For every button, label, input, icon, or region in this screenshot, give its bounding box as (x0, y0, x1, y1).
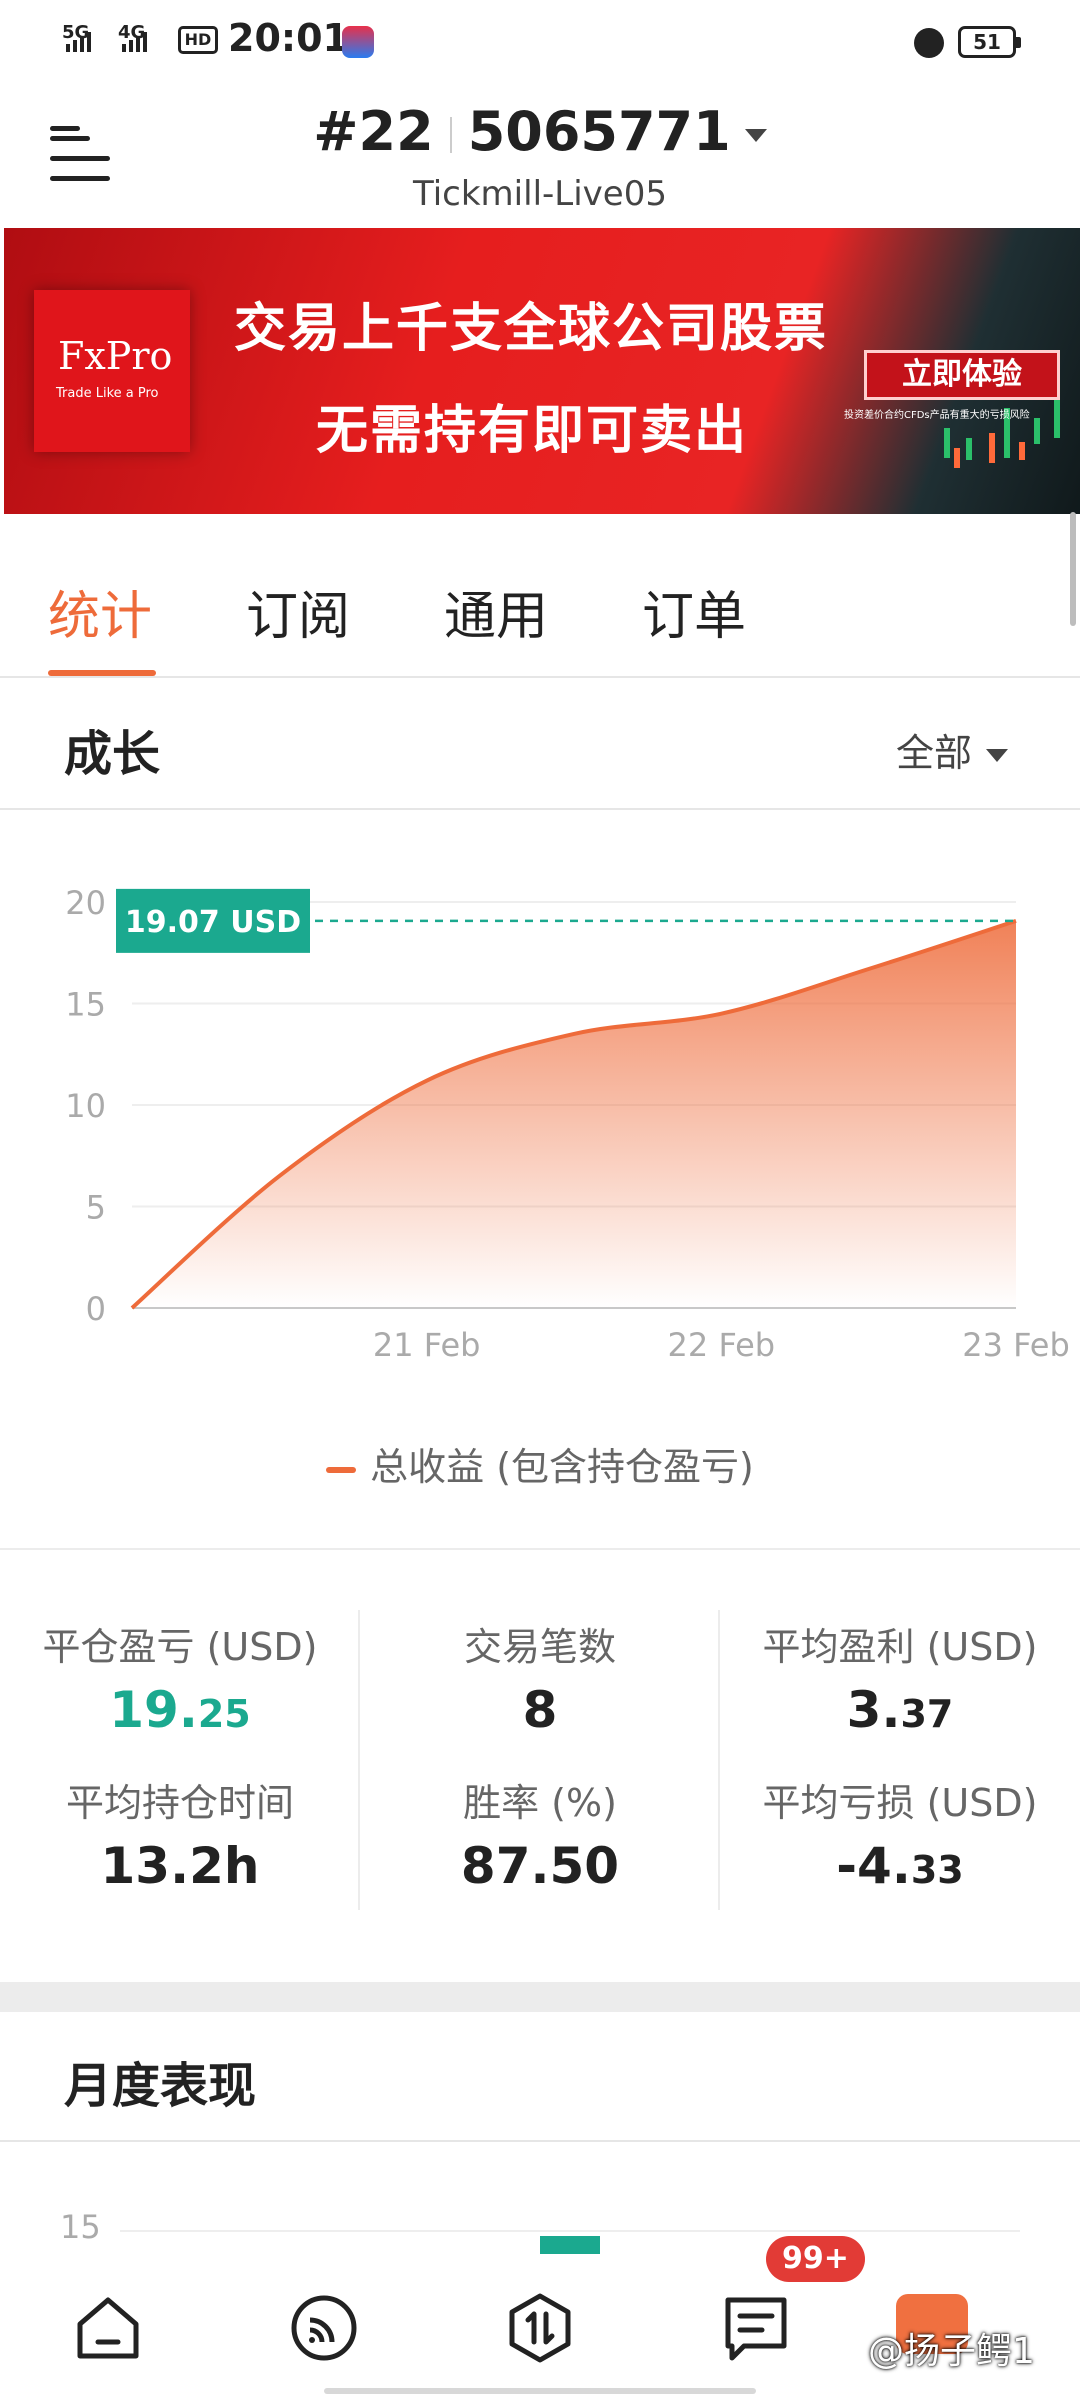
stat-label: 交易笔数 (463, 1625, 616, 1669)
clock: 20:01 (228, 16, 349, 60)
period-filter[interactable]: 全部 (896, 722, 1009, 777)
stat-closed-pnl: 平仓盈亏 (USD) 19.25 (0, 1616, 360, 1739)
signals-icon (291, 2295, 357, 2361)
stat-win-rate: 胜率 (%) 87.50 (360, 1772, 720, 1895)
stats-grid: 平仓盈亏 (USD) 19.25 交易笔数 8 平均盈利 (USD) 3.37 … (0, 1560, 1080, 1940)
legend-swatch-icon (326, 1466, 357, 1473)
nav-trade[interactable] (502, 2290, 578, 2366)
x-tick-label: 21 Feb (373, 1326, 481, 1364)
tab-stats[interactable]: 统计 (48, 574, 152, 649)
fxpro-logo-text: FxPro (58, 334, 173, 378)
tab-general[interactable]: 通用 (444, 574, 548, 649)
stats-column-divider (718, 1610, 720, 1910)
stat-label: 平均亏损 (USD) (762, 1781, 1038, 1825)
tab-bar: 统计 订阅 通用 订单 (0, 514, 1080, 678)
home-icon (77, 2297, 139, 2359)
stat-value: 19.25 (0, 1681, 360, 1739)
stats-column-divider (358, 1610, 360, 1910)
alarm-icon (914, 28, 944, 58)
nav-signals[interactable] (286, 2290, 362, 2366)
notification-app-icon (342, 26, 374, 58)
growth-chart: 0 5 10 15 20 21 Feb 22 Feb 23 Feb 19.07 USD 总收益 … (0, 810, 1080, 1500)
stat-label: 平仓盈亏 (USD) (42, 1625, 318, 1669)
stat-value: 3.37 (720, 1681, 1080, 1739)
hd-voice-icon: HD (178, 26, 218, 54)
banner-cta-button[interactable]: 立即体验 (864, 350, 1060, 400)
monthly-title: 月度表现 (64, 2058, 257, 2114)
stat-value-int: 19. (109, 1681, 198, 1739)
y-tick-label: 10 (65, 1087, 106, 1125)
account-selector[interactable]: #22 5065771 (0, 100, 1080, 163)
signal-bars-icon (66, 30, 91, 52)
stat-value-dec: 25 (197, 1692, 251, 1736)
stat-value-int: -4. (836, 1837, 911, 1895)
x-tick-label: 23 Feb (962, 1326, 1070, 1364)
chart-legend: 总收益 (包含持仓盈亏) (0, 1436, 1080, 1491)
stat-label: 平均持仓时间 (65, 1781, 294, 1825)
battery-icon: 51 (958, 26, 1021, 58)
account-prefix: #22 (313, 100, 434, 163)
tab-orders[interactable]: 订单 (642, 574, 746, 649)
messages-badge: 99+ (766, 2236, 865, 2282)
app-header: #22 5065771 Tickmill-Live05 (0, 80, 1080, 228)
server-name: Tickmill-Live05 (413, 174, 667, 214)
y-tick-label: 0 (86, 1290, 106, 1328)
trade-icon (509, 2293, 571, 2363)
monthly-header: 月度表现 (0, 2012, 1080, 2142)
stat-trades: 交易笔数 8 (360, 1616, 720, 1739)
period-filter-label: 全部 (896, 731, 973, 775)
stat-avg-loss: 平均亏损 (USD) -4.33 (720, 1772, 1080, 1895)
home-indicator[interactable] (324, 2388, 756, 2394)
stat-value: -4.33 (720, 1837, 1080, 1895)
account-number: 5065771 (467, 100, 731, 163)
signal-bars-2-icon (122, 30, 147, 52)
y-tick-label: 15 (65, 986, 106, 1024)
ad-banner[interactable]: FxPro Trade Like a Pro 交易上千支全球公司股票 无需持有即… (4, 228, 1080, 514)
banner-subheadline: 无需持有即可卖出 (316, 401, 749, 461)
status-bar: 5G 4G HD 20:01 51 (0, 0, 1080, 80)
tab-subscribe[interactable]: 订阅 (246, 574, 350, 649)
growth-header: 成长 全部 (0, 680, 1080, 810)
section-gap (0, 1982, 1080, 2012)
fxpro-tagline: Trade Like a Pro (56, 386, 159, 401)
monthly-y-tick: 15 (60, 2208, 101, 2246)
stat-value-int: 3. (846, 1681, 901, 1739)
watermark-text: @扬子鳄1 (868, 2331, 1035, 2372)
monthly-chart: 15 (0, 2142, 1080, 2276)
x-tick-label: 22 Feb (668, 1326, 776, 1364)
active-tab-indicator (48, 670, 156, 676)
nav-home[interactable] (70, 2290, 146, 2366)
bottom-nav: 99+ @扬子鳄1 (0, 2236, 1080, 2400)
account-separator (449, 117, 452, 154)
stat-avg-profit: 平均盈利 (USD) 3.37 (720, 1616, 1080, 1739)
fxpro-logo: FxPro Trade Like a Pro (34, 290, 190, 452)
stat-value-dec: 37 (900, 1692, 954, 1736)
stat-label: 平均盈利 (USD) (762, 1625, 1038, 1669)
banner-headline: 交易上千支全球公司股票 (234, 299, 829, 359)
stat-value: 87.50 (460, 1837, 620, 1895)
legend-label: 总收益 (包含持仓盈亏) (370, 1445, 754, 1489)
stat-value: 8 (522, 1681, 558, 1739)
y-tick-label: 20 (65, 884, 106, 922)
stat-value-dec: 33 (910, 1848, 964, 1892)
messages-icon (725, 2297, 787, 2361)
stat-avg-hold-time: 平均持仓时间 13.2h (0, 1772, 360, 1895)
dropdown-caret-icon (744, 128, 767, 142)
stat-value: 13.2h (100, 1837, 260, 1895)
growth-title: 成长 (64, 726, 161, 782)
stat-label: 胜率 (%) (463, 1781, 617, 1825)
monthly-gridline (120, 2230, 1020, 2232)
dropdown-caret-icon (986, 749, 1009, 762)
growth-area (132, 920, 1016, 1308)
growth-chart-svg: 0 5 10 15 20 21 Feb 22 Feb 23 Feb 19.07 USD (65, 884, 1070, 1364)
nav-messages[interactable] (718, 2290, 794, 2366)
y-tick-label: 5 (86, 1189, 106, 1227)
current-value-label: 19.07 USD (125, 905, 301, 940)
banner-risk-note: 投资差价合约CFDs产品有重大的亏损风险 (844, 410, 1030, 421)
section-divider (0, 1548, 1080, 1550)
